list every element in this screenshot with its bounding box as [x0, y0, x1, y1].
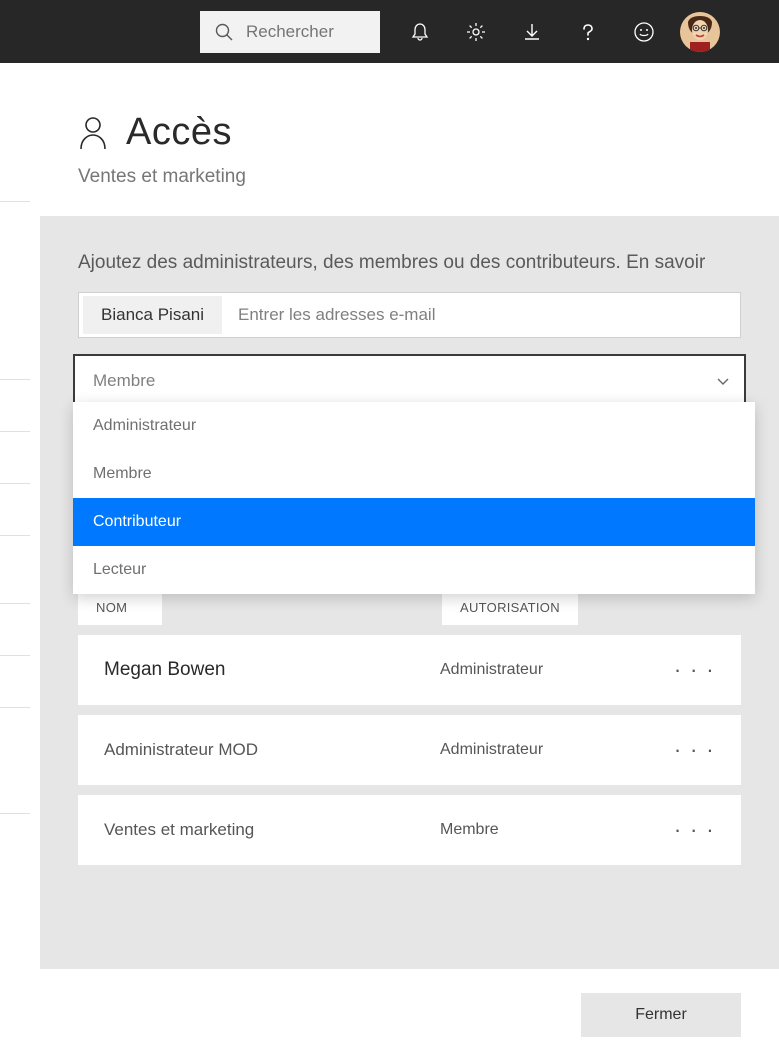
person-chip[interactable]: Bianca Pisani	[83, 296, 222, 334]
download-button[interactable]	[504, 0, 560, 63]
more-actions-button[interactable]: . . .	[674, 737, 715, 763]
search-input[interactable]	[246, 22, 366, 42]
dropdown-option-contributor[interactable]: Contributeur	[73, 498, 755, 546]
panel-title: Accès	[126, 111, 232, 154]
table-row: Megan Bowen Administrateur . . .	[78, 635, 741, 705]
user-role: Membre	[440, 821, 674, 839]
user-name: Administrateur MOD	[104, 740, 440, 760]
bell-icon	[409, 21, 431, 43]
dropdown-option-admin[interactable]: Administrateur	[73, 402, 755, 450]
gear-icon	[465, 21, 487, 43]
table-row: Administrateur MOD Administrateur . . .	[78, 715, 741, 785]
email-input[interactable]	[222, 293, 740, 337]
left-background-strip	[0, 63, 40, 1061]
user-role: Administrateur	[440, 661, 674, 679]
more-actions-button[interactable]: . . .	[674, 657, 715, 683]
search-icon	[214, 22, 234, 42]
dropdown-option-member[interactable]: Membre	[73, 450, 755, 498]
settings-button[interactable]	[448, 0, 504, 63]
access-panel: Accès Ventes et marketing Ajoutez des ad…	[40, 63, 779, 1061]
person-icon	[78, 115, 108, 151]
panel-body: Ajoutez des administrateurs, des membres…	[40, 216, 779, 969]
user-role: Administrateur	[440, 741, 674, 759]
instruction-text: Ajoutez des administrateurs, des membres…	[40, 252, 779, 274]
help-icon	[577, 21, 599, 43]
user-name: Ventes et marketing	[104, 820, 440, 840]
table-header-row: NOM AUTORISATION	[40, 594, 779, 625]
user-name: Megan Bowen	[104, 659, 440, 681]
dropdown-option-reader[interactable]: Lecteur	[73, 546, 755, 594]
feedback-button[interactable]	[616, 0, 672, 63]
more-actions-button[interactable]: . . .	[674, 817, 715, 843]
notifications-button[interactable]	[392, 0, 448, 63]
panel-subtitle: Ventes et marketing	[78, 166, 741, 188]
avatar-image	[680, 12, 720, 52]
role-dropdown: Administrateur Membre Contributeur Lecte…	[73, 402, 755, 594]
user-avatar[interactable]	[680, 12, 720, 52]
role-select-value: Membre	[93, 371, 155, 391]
help-button[interactable]	[560, 0, 616, 63]
panel-header: Accès Ventes et marketing	[40, 63, 779, 216]
topbar-icons-group	[392, 0, 720, 63]
close-button[interactable]: Fermer	[581, 993, 741, 1037]
column-header-authorization: AUTORISATION	[442, 594, 578, 625]
smiley-icon	[633, 21, 655, 43]
search-box[interactable]	[200, 11, 380, 53]
panel-footer: Fermer	[40, 969, 779, 1061]
role-select[interactable]: Membre	[73, 354, 746, 408]
chevron-down-icon	[716, 374, 730, 388]
download-icon	[521, 21, 543, 43]
top-navigation-bar	[0, 0, 779, 63]
people-input-row[interactable]: Bianca Pisani	[78, 292, 741, 338]
table-row: Ventes et marketing Membre . . .	[78, 795, 741, 865]
column-header-name: NOM	[78, 594, 162, 625]
